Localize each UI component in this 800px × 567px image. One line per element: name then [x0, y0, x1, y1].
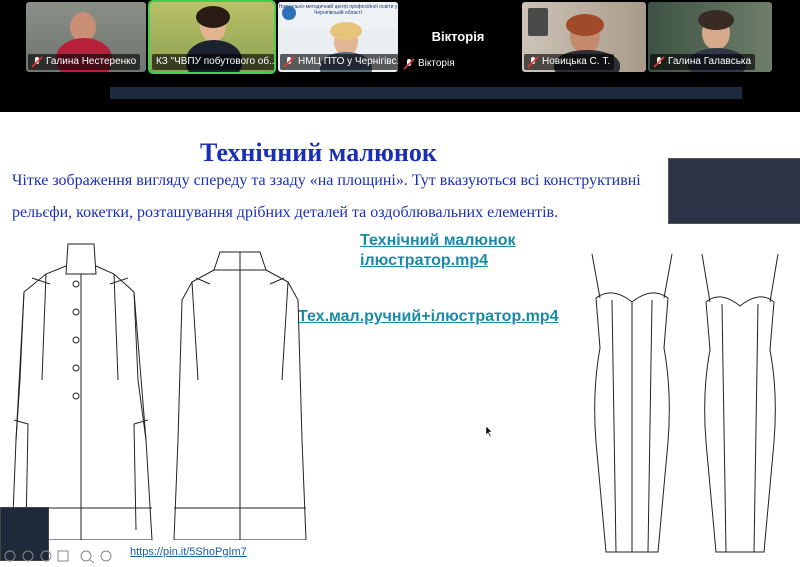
- participant-name-label: Галина Нестеренко: [28, 54, 141, 70]
- participant-name-label: КЗ "ЧВПУ побутового об...: [152, 54, 274, 70]
- participant-tile-active[interactable]: КЗ "ЧВПУ побутового об...: [148, 0, 276, 74]
- participant-hair: [330, 22, 362, 40]
- mic-muted-icon: [527, 56, 539, 68]
- horizontal-scrollbar[interactable]: [110, 87, 742, 99]
- participant-name-tag: Вікторія: [400, 56, 460, 72]
- coat-back-drawing: [173, 251, 307, 540]
- participant-name-label: Вікторія: [400, 56, 459, 72]
- slide-title: Технічний малюнок: [200, 138, 437, 167]
- dress-front-drawing: [591, 253, 673, 553]
- mic-muted-icon: [403, 58, 415, 70]
- mic-muted-icon: [31, 56, 43, 68]
- self-view-thumbnail[interactable]: [668, 158, 800, 224]
- mic-muted-icon: [653, 56, 665, 68]
- participant-hair: [196, 6, 230, 28]
- participant-tile[interactable]: Галина Нестеренко: [26, 2, 146, 72]
- participants-strip: Галина Нестеренко КЗ "ЧВПУ побутового об…: [0, 0, 800, 112]
- slide-navigation-controls[interactable]: [2, 548, 126, 564]
- source-link[interactable]: https://pin.it/5ShoPgIm7: [130, 546, 247, 558]
- cursor-arrow-icon: [486, 426, 493, 437]
- participant-name-label: Новицька С. Т.: [524, 54, 615, 70]
- participant-tile[interactable]: Навчально-методичний центр професійної о…: [278, 2, 398, 72]
- video-link-1-line-1[interactable]: Технічний малюнок: [360, 232, 516, 250]
- logo-icon: [282, 6, 296, 20]
- dress-back-drawing: [701, 253, 779, 553]
- participant-name-label: НМЦ ПТО у Чернігівс...: [280, 54, 398, 70]
- slide-paragraph-line-1: Чітке зображення вигляду спереду та ззад…: [12, 172, 641, 189]
- participant-name-label: Галина Галавська: [650, 54, 756, 70]
- participant-hair: [698, 10, 734, 30]
- participant-tile[interactable]: Галина Галавська: [648, 2, 772, 72]
- video-link-2[interactable]: Тех.мал.ручний+ілюстратор.mp4: [298, 308, 559, 326]
- video-link-1-line-2[interactable]: ілюстратор.mp4: [360, 252, 488, 270]
- slide-paragraph-line-2: рельєфи, кокетки, розташування дрібних д…: [12, 204, 559, 221]
- participant-hair: [566, 14, 604, 36]
- participant-tile[interactable]: Новицька С. Т.: [522, 2, 646, 72]
- mic-muted-icon: [283, 56, 295, 68]
- picture-frame: [528, 8, 548, 36]
- coat-front-drawing: [11, 243, 153, 540]
